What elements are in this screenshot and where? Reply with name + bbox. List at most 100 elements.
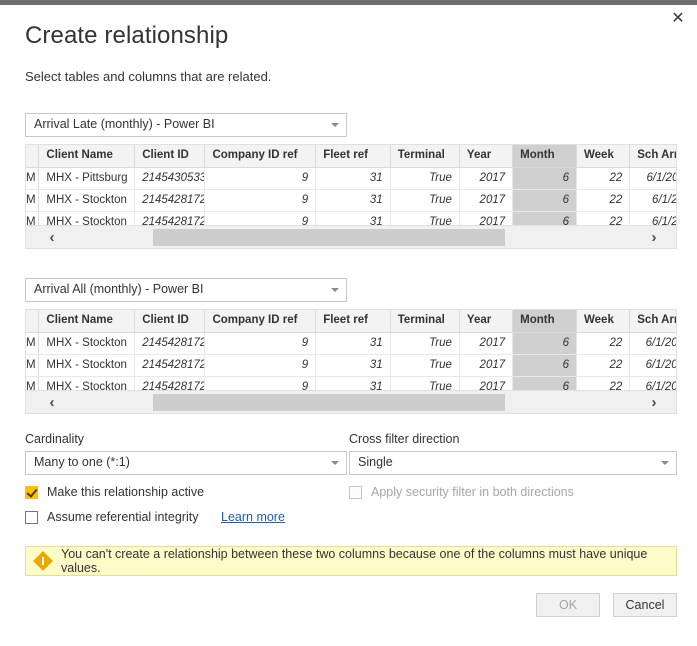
table1-cell-client-id: 2145428172 [134,189,206,212]
table1-select[interactable]: Arrival Late (monthly) - Power BI [25,113,347,137]
table1-header-row: Client Name Client ID Company ID ref Fle… [26,145,676,168]
table2-select-value: Arrival All (monthly) - Power BI [34,282,204,296]
ok-button[interactable]: OK [536,593,600,617]
table-row: M MHX - Pittsburg 2145430533 9 31 True 2… [26,167,676,190]
cross-filter-direction-label: Cross filter direction [349,432,460,446]
learn-more-link[interactable]: Learn more [221,510,285,524]
table1-col-fleet-ref[interactable]: Fleet ref [315,145,391,168]
table2-cell-company-id-ref: 9 [204,354,317,377]
table2-horizontal-scrollbar[interactable]: ‹ › [26,390,676,413]
table1-preview-grid: Client Name Client ID Company ID ref Fle… [25,144,677,249]
table1-select-value: Arrival Late (monthly) - Power BI [34,117,215,131]
table1-cell-year: 2017 [459,167,514,190]
table2-cell-terminal: True [390,354,460,377]
cardinality-value: Many to one (*:1) [34,455,130,469]
table1-cell-week: 22 [576,189,631,212]
assume-referential-integrity-label: Assume referential integrity [47,510,199,524]
table2-table: Client Name Client ID Company ID ref Fle… [26,310,676,399]
table2-cell-year: 2017 [459,354,514,377]
cross-filter-direction-value: Single [358,455,393,469]
table2-cell-month: 6 [512,354,578,377]
cancel-button[interactable]: Cancel [613,593,677,617]
table1-cell-fleet-ref: 31 [315,167,391,190]
table1-col-client-id[interactable]: Client ID [134,145,206,168]
table-row: M MHX - Stockton 2145428172 9 31 True 20… [26,332,676,355]
table2-cell-company-id-ref: 9 [204,332,317,355]
table2-col-client-id[interactable]: Client ID [134,310,206,333]
table1-col-client-name[interactable]: Client Name [38,145,136,168]
table1-col-sch-arrive[interactable]: Sch Arrive [629,145,676,168]
table2-cell-sch-arrive: 6/1/2017 7:30 [629,332,676,355]
table1-col-month[interactable]: Month [512,145,578,168]
table2-col-sch-arrive[interactable]: Sch Arrive [629,310,676,333]
table1-cell-month: 6 [512,189,578,212]
chevron-down-icon [331,461,339,465]
table2-gutter-cell: M [26,354,40,377]
table1-cell-sch-arrive: 6/1/2017 11:2 [629,167,676,190]
table1-col-week[interactable]: Week [576,145,631,168]
make-relationship-active-checkbox[interactable]: Make this relationship active [25,485,204,499]
create-relationship-dialog: ✕ Create relationship Select tables and … [0,0,697,646]
table2-header-row: Client Name Client ID Company ID ref Fle… [26,310,676,333]
scroll-right-icon[interactable]: › [642,226,666,248]
table1-cell-year: 2017 [459,189,514,212]
scroll-left-icon[interactable]: ‹ [40,226,64,248]
page-title: Create relationship [25,22,229,49]
table1-col-company-id-ref[interactable]: Company ID ref [204,145,317,168]
table2-cell-year: 2017 [459,332,514,355]
table1-cell-week: 22 [576,167,631,190]
window-top-border [0,0,697,5]
table2-preview-grid: Client Name Client ID Company ID ref Fle… [25,309,677,414]
table1-cell-fleet-ref: 31 [315,189,391,212]
table2-col-month[interactable]: Month [512,310,578,333]
table2-scrollbar-thumb[interactable] [153,394,505,411]
table2-cell-client-id: 2145428172 [134,354,206,377]
cardinality-label: Cardinality [25,432,85,446]
close-icon[interactable]: ✕ [661,5,695,33]
table2-col-year[interactable]: Year [459,310,514,333]
table1-cell-terminal: True [390,189,460,212]
table2-cell-month: 6 [512,332,578,355]
table1-table: Client Name Client ID Company ID ref Fle… [26,145,676,234]
table1-cell-terminal: True [390,167,460,190]
scroll-right-icon[interactable]: › [642,391,666,413]
table2-select[interactable]: Arrival All (monthly) - Power BI [25,278,347,302]
table1-cell-client-id: 2145430533 [134,167,206,190]
table1-cell-client-name: MHX - Pittsburg [38,167,136,190]
page-subtitle: Select tables and columns that are relat… [25,69,272,84]
table2-col-company-id-ref[interactable]: Company ID ref [204,310,317,333]
warning-message: You can't create a relationship between … [61,547,648,575]
table2-cell-week: 22 [576,332,631,355]
table1-cell-company-id-ref: 9 [204,189,317,212]
table2-col-week[interactable]: Week [576,310,631,333]
table1-gutter-header [26,145,40,168]
table1-horizontal-scrollbar[interactable]: ‹ › [26,225,676,248]
table1-cell-client-name: MHX - Stockton [38,189,136,212]
table2-cell-client-name: MHX - Stockton [38,354,136,377]
table2-cell-week: 22 [576,354,631,377]
table2-cell-client-id: 2145428172 [134,332,206,355]
table-row: M MHX - Stockton 2145428172 9 31 True 20… [26,189,676,212]
cross-filter-direction-select[interactable]: Single [349,451,677,475]
table2-gutter-header [26,310,40,333]
table2-cell-fleet-ref: 31 [315,332,391,355]
table2-cell-sch-arrive: 6/1/2017 3:45 [629,354,676,377]
table2-gutter-cell: M [26,332,40,355]
cardinality-select[interactable]: Many to one (*:1) [25,451,347,475]
table2-col-fleet-ref[interactable]: Fleet ref [315,310,391,333]
table1-col-terminal[interactable]: Terminal [390,145,460,168]
table1-col-year[interactable]: Year [459,145,514,168]
table2-cell-fleet-ref: 31 [315,354,391,377]
checkbox-checked-icon [25,485,38,499]
checkbox-unchecked-icon [25,510,38,524]
chevron-down-icon [331,288,339,292]
warning-icon [33,551,53,571]
scroll-left-icon[interactable]: ‹ [40,391,64,413]
table1-cell-company-id-ref: 9 [204,167,317,190]
table2-col-client-name[interactable]: Client Name [38,310,136,333]
table1-scrollbar-thumb[interactable] [153,229,505,246]
make-relationship-active-label: Make this relationship active [47,485,205,499]
table2-cell-client-name: MHX - Stockton [38,332,136,355]
table2-col-terminal[interactable]: Terminal [390,310,460,333]
assume-referential-integrity-checkbox[interactable]: Assume referential integrity [25,510,198,524]
